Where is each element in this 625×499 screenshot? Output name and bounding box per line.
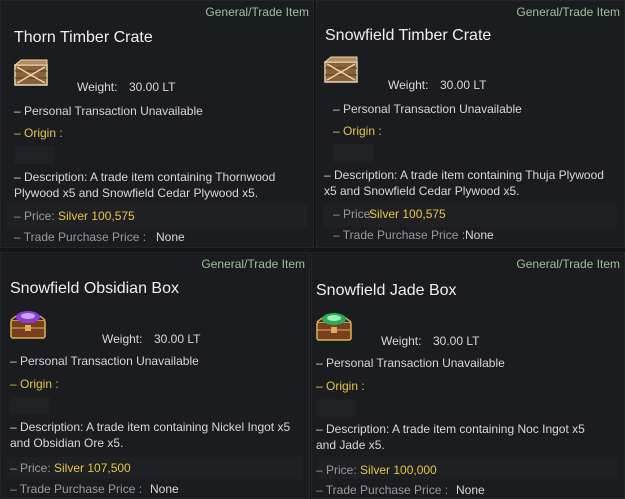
origin-label: – Origin :	[14, 126, 63, 140]
weight-label: Weight:	[381, 334, 422, 348]
origin-placeholder	[10, 397, 50, 415]
personal-transaction-text: – Personal Transaction Unavailable	[316, 356, 505, 370]
weight-value: 30.00 LT	[433, 334, 480, 348]
personal-transaction-text: – Personal Transaction Unavailable	[10, 354, 199, 368]
weight-label: Weight:	[77, 80, 118, 94]
item-category: General/Trade Item	[205, 5, 309, 19]
personal-transaction-text: – Personal Transaction Unavailable	[333, 102, 522, 116]
origin-placeholder	[333, 144, 373, 162]
jade-chest-icon	[314, 305, 354, 343]
timber-crate-icon	[14, 59, 48, 87]
item-description: – Description: A trade item containing T…	[14, 170, 276, 200]
origin-label: – Origin :	[10, 377, 59, 391]
trade-purchase-price-label: – Trade Purchase Price :	[333, 228, 466, 242]
price-value: Silver 100,575	[369, 207, 446, 221]
item-tooltip-snowfield-timber-crate: General/Trade Item Snowfield Timber Crat…	[316, 0, 625, 248]
obsidian-chest-icon	[8, 303, 48, 341]
price-value: Silver 100,575	[58, 209, 135, 223]
item-title: Snowfield Obsidian Box	[10, 280, 179, 297]
price-value: Silver 100,000	[360, 463, 437, 477]
price-band	[7, 457, 303, 479]
weight-label: Weight:	[102, 332, 143, 346]
item-description: – Description: A trade item containing N…	[10, 420, 291, 450]
weight-value: 30.00 LT	[154, 332, 201, 346]
item-tooltip-thorn-timber-crate: General/Trade Item Thorn Timber Crate We…	[0, 0, 314, 248]
price-label: – Price:	[14, 209, 55, 223]
item-description: – Description: A trade item containing N…	[316, 422, 585, 452]
weight-value: 30.00 LT	[129, 80, 176, 94]
weight-value: 30.00 LT	[440, 78, 487, 92]
origin-placeholder	[14, 146, 54, 164]
trade-purchase-price-value: None	[150, 482, 179, 496]
item-tooltip-snowfield-jade-box: General/Trade Item Snowfield Jade Box We…	[311, 252, 625, 499]
timber-crate-icon	[324, 56, 358, 84]
item-tooltip-snowfield-obsidian-box: General/Trade Item Snowfield Obsidian Bo…	[0, 252, 310, 499]
origin-placeholder	[316, 399, 356, 417]
trade-purchase-price-label: – Trade Purchase Price :	[14, 230, 147, 244]
price-label: – Price:	[316, 463, 357, 477]
item-description: – Description: A trade item containing T…	[324, 168, 604, 198]
origin-label: – Origin :	[316, 379, 365, 393]
price-label: – Price:	[333, 207, 374, 221]
origin-label: – Origin :	[333, 124, 382, 138]
personal-transaction-text: – Personal Transaction Unavailable	[14, 104, 203, 118]
item-title: Thorn Timber Crate	[14, 29, 153, 46]
item-category: General/Trade Item	[516, 5, 620, 19]
item-title: Snowfield Timber Crate	[325, 27, 492, 44]
weight-label: Weight:	[388, 78, 429, 92]
trade-purchase-price-value: None	[156, 230, 185, 244]
trade-purchase-price-label: – Trade Purchase Price :	[316, 483, 449, 497]
item-category: General/Trade Item	[516, 257, 620, 271]
trade-purchase-price-label: – Trade Purchase Price :	[10, 482, 143, 496]
trade-purchase-price-value: None	[456, 483, 485, 497]
item-category: General/Trade Item	[201, 257, 305, 271]
price-label: – Price:	[10, 461, 51, 475]
item-title: Snowfield Jade Box	[316, 282, 457, 299]
trade-purchase-price-value: None	[465, 228, 494, 242]
price-value: Silver 107,500	[54, 461, 131, 475]
